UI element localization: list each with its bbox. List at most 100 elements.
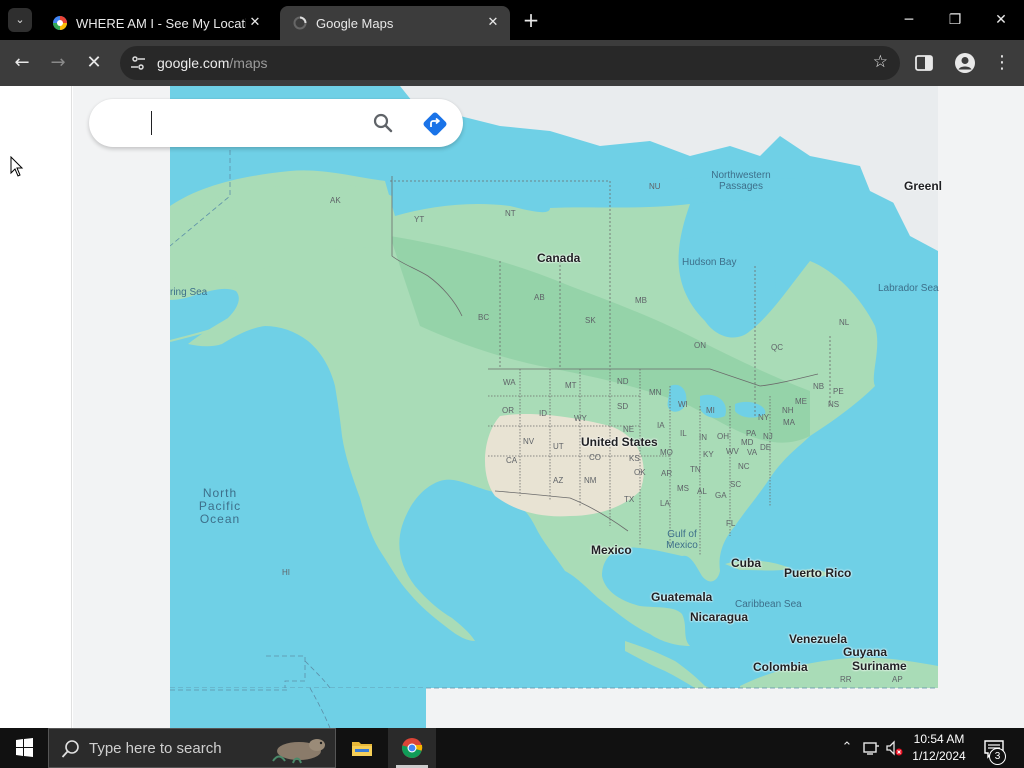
label-ky: KY	[703, 450, 714, 459]
label-nh: NH	[782, 406, 794, 415]
label-north-pacific-ocean: North Pacific Ocean	[198, 486, 242, 526]
profile-avatar-icon[interactable]	[954, 52, 976, 74]
label-ny: NY	[758, 413, 770, 422]
volume-muted-icon[interactable]	[884, 738, 904, 758]
label-gulf-of-mexico: Gulf of Mexico	[666, 529, 698, 551]
taskbar-chrome[interactable]	[388, 728, 436, 768]
maps-page: Canada United States Mexico Cuba Puerto …	[0, 86, 1024, 728]
tab-where-am-i[interactable]: WHERE AM I - See My Location ✕	[40, 6, 272, 40]
globe-favicon-icon	[53, 16, 67, 30]
label-northwestern-passages: Northwestern Passages	[711, 170, 771, 192]
taskbar-search-placeholder: Type here to search	[89, 740, 222, 757]
label-mexico: Mexico	[591, 543, 632, 557]
label-sc: SC	[730, 480, 742, 489]
label-nt: NT	[505, 209, 516, 218]
label-ga: GA	[715, 491, 727, 500]
side-panel	[0, 86, 72, 728]
loading-spinner-icon	[293, 16, 307, 30]
forward-button[interactable]: →	[42, 47, 74, 79]
clock-date: 1/12/2024	[912, 749, 966, 763]
label-va: VA	[747, 448, 758, 457]
label-ak: AK	[330, 196, 341, 205]
url-path: /maps	[229, 55, 268, 71]
label-hudson-bay: Hudson Bay	[682, 257, 737, 268]
label-greenland: Greenl	[904, 179, 943, 193]
show-hidden-icons-chevron-icon[interactable]: ⌃	[837, 738, 857, 758]
label-mt: MT	[565, 381, 577, 390]
network-icon[interactable]	[861, 738, 881, 758]
label-or: OR	[502, 406, 514, 415]
stop-loading-button[interactable]: ✕	[78, 47, 110, 79]
site-settings-icon[interactable]	[130, 55, 146, 71]
directions-icon[interactable]	[422, 111, 448, 137]
taskbar-file-explorer[interactable]	[338, 728, 386, 768]
side-panel-icon[interactable]	[914, 53, 934, 73]
label-co: CO	[589, 453, 601, 462]
map-canvas-lower[interactable]	[170, 688, 426, 728]
back-button[interactable]: ←	[6, 47, 38, 79]
tab-strip: ⌄ WHERE AM I - See My Location ✕ Google …	[0, 0, 1024, 40]
label-nicaragua: Nicaragua	[690, 610, 749, 624]
new-tab-button[interactable]: +	[520, 8, 542, 32]
label-venezuela: Venezuela	[789, 632, 848, 646]
tab-close-icon[interactable]: ✕	[484, 14, 502, 32]
browser-toolbar: ← → ✕ google.com/maps ☆ ⋮	[0, 40, 1024, 86]
taskbar-search-box[interactable]: Type here to search	[48, 728, 336, 768]
url-text: google.com/maps	[157, 55, 268, 71]
label-united-states: United States	[581, 435, 658, 449]
notification-count-badge: 3	[989, 748, 1006, 765]
chrome-icon	[401, 738, 423, 759]
label-colombia: Colombia	[753, 660, 808, 674]
mouse-pointer-icon	[10, 156, 24, 177]
tab-close-icon[interactable]: ✕	[246, 14, 264, 32]
maps-search-box[interactable]	[89, 99, 463, 147]
label-suriname: Suriname	[852, 659, 907, 673]
label-sk: SK	[585, 316, 596, 325]
restore-button[interactable]: ❐	[932, 0, 978, 40]
label-bering-sea: ring Sea	[170, 287, 208, 298]
windows-taskbar: Type here to search ⌃ 10:54 AM 1/12/2024…	[0, 728, 1024, 768]
label-nm: NM	[584, 476, 597, 485]
label-mo: MO	[660, 448, 673, 457]
label-puerto-rico: Puerto Rico	[784, 566, 852, 580]
label-az: AZ	[553, 476, 564, 485]
label-ut: UT	[553, 442, 564, 451]
bookmark-star-icon[interactable]: ☆	[873, 52, 888, 72]
label-mi: MI	[706, 406, 715, 415]
label-wi: WI	[678, 400, 688, 409]
label-il: IL	[680, 429, 687, 438]
search-highlight-illustration-icon	[263, 731, 333, 767]
taskbar-clock[interactable]: 10:54 AM 1/12/2024	[904, 731, 974, 765]
tab-search-button[interactable]: ⌄	[8, 8, 32, 32]
label-oh: OH	[717, 432, 729, 441]
tab-title: WHERE AM I - See My Location	[76, 15, 246, 31]
label-nd: ND	[617, 377, 629, 386]
label-nb: NB	[813, 382, 825, 391]
label-ar: AR	[661, 469, 673, 478]
folder-icon	[352, 742, 372, 756]
close-window-button[interactable]: ✕	[978, 0, 1024, 40]
label-pa: PA	[746, 429, 757, 438]
label-rr: RR	[840, 675, 852, 684]
label-ok: OK	[634, 468, 646, 477]
label-md: MD	[741, 438, 754, 447]
label-ns: NS	[828, 400, 840, 409]
browser-menu-icon[interactable]: ⋮	[986, 47, 1018, 79]
minimize-button[interactable]: ─	[886, 0, 932, 40]
url-host: google.com	[157, 55, 230, 71]
label-ca: CA	[506, 456, 518, 465]
label-cuba: Cuba	[731, 556, 761, 570]
label-tx: TX	[624, 495, 635, 504]
tab-google-maps[interactable]: Google Maps ✕	[280, 6, 510, 40]
address-bar[interactable]: google.com/maps ☆	[120, 46, 900, 80]
label-nl: NL	[839, 318, 850, 327]
label-ab: AB	[534, 293, 545, 302]
clock-time: 10:54 AM	[913, 732, 965, 746]
label-canada: Canada	[537, 251, 581, 265]
label-wv: WV	[726, 447, 739, 456]
windows-start-icon[interactable]	[0, 728, 48, 768]
search-input[interactable]	[151, 111, 351, 135]
label-ne: NE	[623, 425, 635, 434]
search-icon[interactable]	[371, 111, 395, 135]
label-on: ON	[694, 341, 706, 350]
